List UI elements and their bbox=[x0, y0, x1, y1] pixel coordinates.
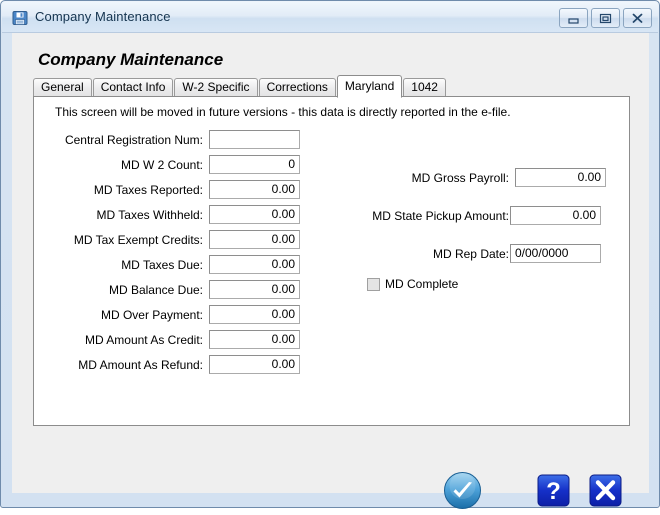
input-md-state-pickup-amount[interactable]: 0.00 bbox=[510, 206, 601, 225]
panel-notice-text: This screen will be moved in future vers… bbox=[55, 105, 511, 119]
client-area: Company Maintenance General Contact Info… bbox=[12, 33, 649, 509]
input-md-balance-due[interactable]: 0.00 bbox=[209, 280, 300, 299]
blue-square-question-mark-icon: ? bbox=[537, 474, 570, 507]
label-md-taxes-reported: MD Taxes Reported: bbox=[93, 183, 203, 197]
md-complete-checkbox[interactable] bbox=[367, 277, 380, 291]
label-md-taxes-due: MD Taxes Due: bbox=[121, 258, 203, 272]
tab-contact-info[interactable]: Contact Info bbox=[92, 78, 174, 97]
title-bar: Company Maintenance bbox=[2, 2, 658, 33]
help-button[interactable]: ? bbox=[536, 473, 571, 508]
input-md-amount-as-refund[interactable]: 0.00 bbox=[209, 355, 300, 374]
maximize-button[interactable] bbox=[591, 8, 620, 28]
label-md-over-payment: MD Over Payment: bbox=[100, 308, 203, 322]
input-md-w2-count[interactable]: 0 bbox=[209, 155, 300, 174]
maryland-tab-panel: This screen will be moved in future vers… bbox=[33, 96, 630, 426]
label-md-tax-exempt-credits: MD Tax Exempt Credits: bbox=[73, 233, 203, 247]
input-md-rep-date[interactable]: 0/00/0000 bbox=[510, 244, 601, 263]
input-md-over-payment[interactable]: 0.00 bbox=[209, 305, 300, 324]
ok-button[interactable] bbox=[443, 471, 482, 510]
label-md-rep-date: MD Rep Date: bbox=[432, 247, 509, 261]
page-title: Company Maintenance bbox=[38, 50, 224, 69]
close-button[interactable] bbox=[623, 8, 652, 28]
tab-strip: General Contact Info W-2 Specific Correc… bbox=[33, 75, 447, 98]
application-window: Company Maintenance Company Maintenance … bbox=[0, 0, 660, 509]
input-central-registration-num[interactable] bbox=[209, 130, 300, 149]
md-complete-label: MD Complete bbox=[385, 277, 459, 291]
floppy-disk-save-icon bbox=[12, 10, 28, 26]
label-md-gross-payroll: MD Gross Payroll: bbox=[411, 171, 509, 185]
label-md-amount-as-credit: MD Amount As Credit: bbox=[84, 333, 203, 347]
input-md-taxes-reported[interactable]: 0.00 bbox=[209, 180, 300, 199]
input-md-tax-exempt-credits[interactable]: 0.00 bbox=[209, 230, 300, 249]
label-md-taxes-withheld: MD Taxes Withheld: bbox=[96, 208, 203, 222]
label-md-state-pickup-amount: MD State Pickup Amount: bbox=[372, 209, 509, 223]
tab-corrections[interactable]: Corrections bbox=[258, 78, 336, 97]
tab-general[interactable]: General bbox=[33, 78, 92, 97]
label-md-w2-count: MD W 2 Count: bbox=[120, 158, 203, 172]
input-md-gross-payroll[interactable]: 0.00 bbox=[515, 168, 606, 187]
window-controls bbox=[559, 8, 652, 28]
label-md-balance-due: MD Balance Due: bbox=[108, 283, 203, 297]
tab-1042[interactable]: 1042 bbox=[403, 78, 446, 97]
svg-text:?: ? bbox=[546, 478, 561, 505]
label-md-amount-as-refund: MD Amount As Refund: bbox=[78, 358, 203, 372]
input-md-amount-as-credit[interactable]: 0.00 bbox=[209, 330, 300, 349]
blue-circle-checkmark-icon bbox=[444, 472, 481, 509]
input-md-taxes-due[interactable]: 0.00 bbox=[209, 255, 300, 274]
window-title: Company Maintenance bbox=[35, 9, 171, 24]
label-central-registration-num: Central Registration Num: bbox=[64, 133, 203, 147]
tab-w2-specific[interactable]: W-2 Specific bbox=[174, 78, 258, 97]
minimize-button[interactable] bbox=[559, 8, 588, 28]
close-dialog-button[interactable] bbox=[588, 473, 623, 508]
md-complete-checkbox-row[interactable]: MD Complete bbox=[367, 277, 458, 291]
blue-square-x-icon bbox=[589, 474, 622, 507]
input-md-taxes-withheld[interactable]: 0.00 bbox=[209, 205, 300, 224]
tab-maryland[interactable]: Maryland bbox=[336, 75, 403, 98]
